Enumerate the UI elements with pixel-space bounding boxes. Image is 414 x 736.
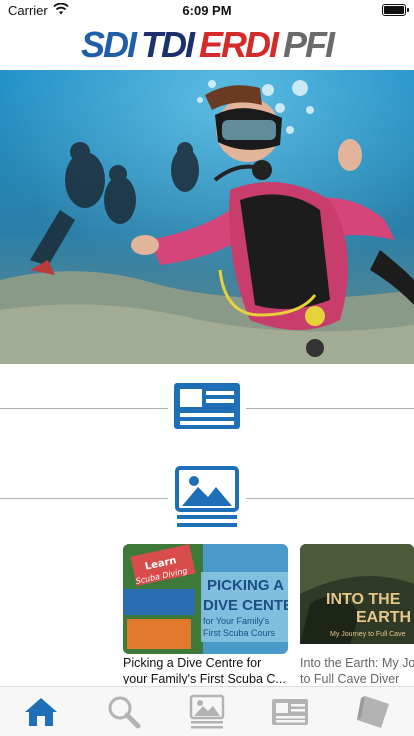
- brand-logo: SDI TDI ERDI PFI: [0, 22, 414, 68]
- divider-line: [246, 498, 414, 499]
- thumb-text: EARTH: [356, 609, 411, 626]
- article-title[interactable]: Picking a Dive Centre for: [123, 656, 288, 670]
- article-title[interactable]: your Family's First Scuba C...: [123, 672, 288, 684]
- carrier-label: Carrier: [8, 2, 48, 18]
- news-card-icon[interactable]: [168, 380, 246, 436]
- tab-search[interactable]: [94, 689, 154, 735]
- brand-sdi: SDI: [80, 24, 137, 65]
- article-card[interactable]: Learn Scuba Diving PICKING A DIVE CENTER…: [123, 544, 288, 684]
- article-card[interactable]: INTO THE EARTH My Journey to Full Cave I…: [300, 544, 414, 684]
- wifi-icon: [53, 2, 69, 18]
- home-icon: [25, 697, 58, 726]
- divider-line: [246, 408, 414, 409]
- thumb-text: for Your Family's: [203, 616, 270, 626]
- article-title[interactable]: to Full Cave Diver: [300, 672, 414, 684]
- battery-icon: [382, 4, 409, 16]
- hero-image[interactable]: [0, 70, 414, 364]
- brand-pfi: PFI: [283, 24, 335, 65]
- divider-line: [0, 498, 168, 499]
- gallery-section-divider[interactable]: [0, 464, 414, 536]
- thumb-text: PICKING A: [207, 577, 284, 594]
- news-section-divider[interactable]: [0, 378, 414, 438]
- tab-book[interactable]: [343, 689, 403, 735]
- thumb-text: INTO THE: [326, 591, 401, 608]
- thumb-text: DIVE CENTER: [203, 597, 288, 614]
- tab-home[interactable]: [11, 689, 71, 735]
- thumb-text: My Journey to Full Cave: [330, 631, 406, 638]
- thumb-text: First Scuba Cours: [203, 628, 276, 638]
- article-thumbnail[interactable]: Learn Scuba Diving PICKING A DIVE CENTER…: [123, 544, 288, 654]
- article-carousel[interactable]: Learn Scuba Diving PICKING A DIVE CENTER…: [123, 544, 414, 684]
- search-icon: [108, 696, 141, 728]
- article-title[interactable]: Into the Earth: My Journ: [300, 656, 414, 670]
- news-icon: [271, 698, 308, 725]
- gallery-icon[interactable]: [170, 464, 244, 536]
- divider-line: [0, 408, 168, 409]
- gallery-icon: [189, 694, 225, 728]
- status-bar: Carrier 6:09 PM: [0, 0, 414, 20]
- tab-news[interactable]: [260, 689, 320, 735]
- brand-tdi: TDI: [140, 24, 195, 65]
- status-left: Carrier: [8, 2, 69, 18]
- book-icon: [356, 695, 389, 728]
- article-thumbnail[interactable]: INTO THE EARTH My Journey to Full Cave: [300, 544, 414, 654]
- tab-bar: [0, 686, 414, 736]
- tab-gallery[interactable]: [177, 689, 237, 735]
- brand-erdi: ERDI: [198, 24, 279, 65]
